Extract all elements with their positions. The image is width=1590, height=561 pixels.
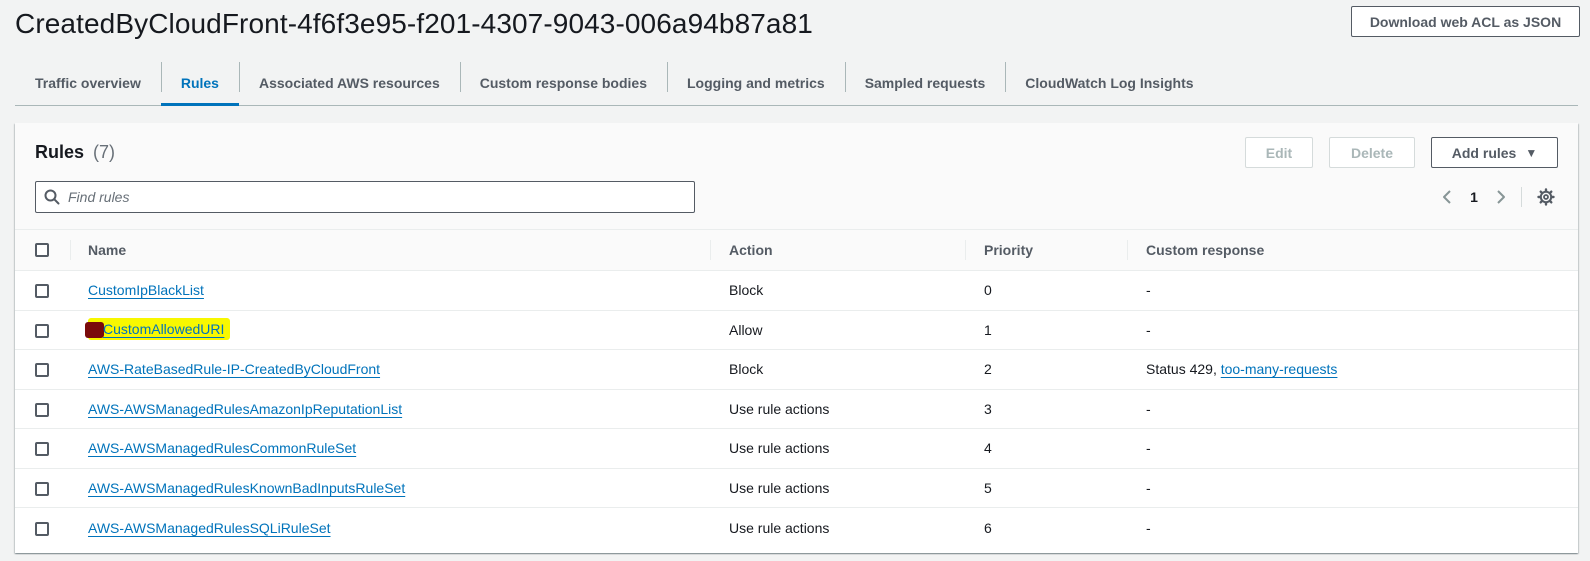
- tab-traffic-overview[interactable]: Traffic overview: [15, 60, 161, 105]
- row-checkbox[interactable]: [35, 442, 49, 457]
- rule-action: Allow: [710, 310, 965, 350]
- rule-priority: 3: [965, 389, 1127, 429]
- add-rules-label: Add rules: [1451, 144, 1517, 161]
- page-number[interactable]: 1: [1459, 189, 1489, 205]
- rule-action: Block: [710, 349, 965, 390]
- rule-custom-response: -: [1127, 468, 1578, 508]
- rules-heading: Rules (7): [35, 142, 115, 163]
- row-checkbox[interactable]: [35, 284, 49, 299]
- rule-custom-response: Status 429, too-many-requests: [1127, 349, 1578, 390]
- tab-logging-and-metrics[interactable]: Logging and metrics: [667, 60, 845, 105]
- add-rules-button[interactable]: Add rules ▼: [1431, 137, 1558, 168]
- row-checkbox[interactable]: [35, 521, 49, 536]
- select-all-checkbox[interactable]: [35, 243, 49, 257]
- select-all-cell: [15, 230, 70, 271]
- rule-name-link[interactable]: AWS-AWSManagedRulesCommonRuleSet: [88, 440, 356, 456]
- pagination: 1: [1435, 185, 1558, 209]
- tab-bar: Traffic overview Rules Associated AWS re…: [15, 60, 1578, 106]
- custom-response-body-link[interactable]: too-many-requests: [1221, 361, 1338, 377]
- table-row: CustomIpBlackList Block 0 -: [15, 270, 1578, 311]
- highlight-marker: CustomAllowedURI: [85, 318, 231, 341]
- tab-custom-response-bodies[interactable]: Custom response bodies: [459, 60, 667, 105]
- rule-name-link[interactable]: AWS-AWSManagedRulesKnownBadInputsRuleSet: [88, 480, 405, 496]
- search-icon: [36, 189, 68, 205]
- table-row: AWS-AWSManagedRulesSQLiRuleSet Use rule …: [15, 508, 1578, 548]
- rule-priority: 0: [965, 270, 1127, 311]
- rule-custom-response: -: [1146, 519, 1151, 536]
- rule-custom-response: -: [1127, 428, 1578, 469]
- column-header-custom-response[interactable]: Custom response: [1127, 230, 1578, 271]
- rules-table: Name Action Priority Custom response Cus…: [15, 230, 1578, 547]
- row-checkbox[interactable]: [35, 363, 49, 378]
- rules-panel-header: Rules (7) Edit Delete Add rules ▼ Find r…: [15, 123, 1578, 230]
- rule-priority: 6: [984, 519, 992, 536]
- row-checkbox[interactable]: [35, 481, 49, 496]
- rules-count: (7): [93, 142, 116, 162]
- row-checkbox[interactable]: [35, 323, 49, 338]
- rules-heading-label: Rules: [35, 142, 85, 162]
- column-header-action[interactable]: Action: [710, 230, 965, 271]
- tab-associated-aws-resources[interactable]: Associated AWS resources: [238, 60, 460, 105]
- rule-priority: 1: [965, 310, 1127, 350]
- tab-rules[interactable]: Rules: [160, 60, 240, 106]
- column-header-name[interactable]: Name: [70, 230, 710, 271]
- chevron-left-icon[interactable]: [1435, 185, 1459, 209]
- rule-name-link[interactable]: AWS-AWSManagedRulesSQLiRuleSet: [88, 520, 331, 536]
- rule-name-link[interactable]: CustomAllowedURI: [103, 321, 224, 337]
- tab-cloudwatch-log-insights[interactable]: CloudWatch Log Insights: [1005, 60, 1213, 105]
- rule-priority: 2: [965, 349, 1127, 390]
- table-row: CustomAllowedURI Allow 1 -: [15, 310, 1578, 350]
- redaction-mark: [85, 322, 104, 339]
- rule-name-link[interactable]: AWS-RateBasedRule-IP-CreatedByCloudFront: [88, 361, 380, 377]
- table-row: AWS-AWSManagedRulesCommonRuleSet Use rul…: [15, 428, 1578, 469]
- gear-icon[interactable]: [1534, 185, 1558, 209]
- rules-panel: Rules (7) Edit Delete Add rules ▼ Find r…: [15, 123, 1578, 553]
- rule-action: Use rule actions: [710, 389, 965, 429]
- rule-action: Use rule actions: [729, 519, 830, 536]
- download-web-acl-json-button[interactable]: Download web ACL as JSON: [1351, 6, 1580, 37]
- tab-sampled-requests[interactable]: Sampled requests: [844, 60, 1006, 105]
- rule-name-link[interactable]: CustomIpBlackList: [88, 282, 204, 298]
- table-row: AWS-AWSManagedRulesKnownBadInputsRuleSet…: [15, 468, 1578, 508]
- pager-divider: [1521, 187, 1522, 207]
- rule-action: Block: [710, 270, 965, 311]
- row-checkbox[interactable]: [35, 402, 49, 417]
- table-header-row: Name Action Priority Custom response: [15, 230, 1578, 271]
- rule-name-link[interactable]: AWS-AWSManagedRulesAmazonIpReputationLis…: [88, 401, 402, 417]
- page: CreatedByCloudFront-4f6f3e95-f201-4307-9…: [0, 0, 1590, 561]
- caret-down-icon: ▼: [1525, 145, 1538, 160]
- rule-custom-response: -: [1127, 310, 1578, 350]
- rule-custom-response: -: [1127, 270, 1578, 311]
- column-header-priority[interactable]: Priority: [965, 230, 1127, 271]
- rule-custom-response: -: [1127, 389, 1578, 429]
- rule-action: Use rule actions: [710, 468, 965, 508]
- rule-action: Use rule actions: [710, 428, 965, 469]
- table-row: AWS-AWSManagedRulesAmazonIpReputationLis…: [15, 389, 1578, 429]
- rule-priority: 4: [965, 428, 1127, 469]
- table-row: AWS-RateBasedRule-IP-CreatedByCloudFront…: [15, 349, 1578, 390]
- find-rules-input[interactable]: [68, 183, 668, 211]
- delete-button[interactable]: Delete: [1329, 137, 1415, 168]
- rule-priority: 5: [965, 468, 1127, 508]
- custom-response-status: Status 429,: [1146, 361, 1221, 378]
- page-title: CreatedByCloudFront-4f6f3e95-f201-4307-9…: [15, 8, 813, 39]
- search-box: [35, 181, 695, 213]
- edit-button[interactable]: Edit: [1245, 137, 1313, 168]
- chevron-right-icon[interactable]: [1489, 185, 1513, 209]
